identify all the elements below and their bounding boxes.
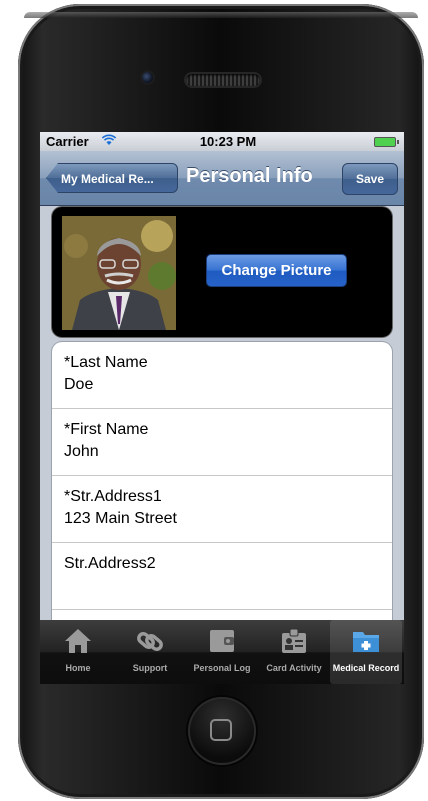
- last-name-field[interactable]: *Last Name Doe: [52, 342, 392, 409]
- id-card-icon: [258, 624, 330, 658]
- avatar[interactable]: [62, 216, 176, 330]
- field-value[interactable]: 123 Main Street: [64, 507, 392, 530]
- tab-support[interactable]: Support: [114, 620, 186, 684]
- page-title: Personal Info: [186, 165, 313, 187]
- change-picture-button[interactable]: Change Picture: [206, 254, 347, 287]
- person-photo-icon: [62, 216, 176, 330]
- first-name-field[interactable]: *First Name John: [52, 409, 392, 476]
- address1-field[interactable]: *Str.Address1 123 Main Street: [52, 476, 392, 543]
- home-icon: [42, 624, 114, 658]
- tab-home[interactable]: Home: [42, 620, 114, 684]
- field-label: *Last Name: [64, 354, 148, 371]
- tab-label: Support: [132, 663, 168, 673]
- field-value[interactable]: Doe: [64, 373, 392, 396]
- address2-field[interactable]: Str.Address2: [52, 543, 392, 610]
- back-button[interactable]: My Medical Re...: [46, 163, 178, 193]
- navigation-bar: My Medical Re... Personal Info Save: [40, 151, 404, 206]
- earpiece-speaker: [186, 74, 260, 86]
- phone-top-band: [24, 12, 418, 18]
- hardware-home-button[interactable]: [188, 697, 256, 765]
- tab-label: Personal Log: [193, 663, 251, 673]
- tab-medical-record[interactable]: Medical Record: [330, 620, 402, 684]
- battery-icon: [374, 137, 399, 147]
- tab-label: Home: [65, 663, 91, 673]
- link-icon: [114, 624, 186, 658]
- medical-folder-icon: [330, 624, 402, 658]
- field-value[interactable]: John: [64, 440, 392, 463]
- tab-label: Medical Record: [332, 663, 400, 673]
- field-label: *Str.Address1: [64, 488, 162, 505]
- field-label: Str.Address2: [64, 555, 156, 572]
- wallet-icon: [186, 624, 258, 658]
- status-bar: Carrier 10:23 PM: [40, 132, 404, 151]
- status-time: 10:23 PM: [199, 134, 257, 149]
- tab-card-activity[interactable]: Card Activity: [258, 620, 330, 684]
- tab-personal-log[interactable]: Personal Log: [186, 620, 258, 684]
- profile-photo-card: Change Picture: [52, 207, 392, 337]
- front-camera: [142, 72, 153, 83]
- tab-label: Card Activity: [266, 663, 322, 673]
- field-label: *First Name: [64, 421, 149, 438]
- save-button[interactable]: Save: [342, 163, 398, 195]
- tab-bar: Home Support Personal Log Card Activity …: [40, 620, 404, 684]
- device-screen: Carrier 10:23 PM My Medical Re... Person…: [40, 132, 404, 684]
